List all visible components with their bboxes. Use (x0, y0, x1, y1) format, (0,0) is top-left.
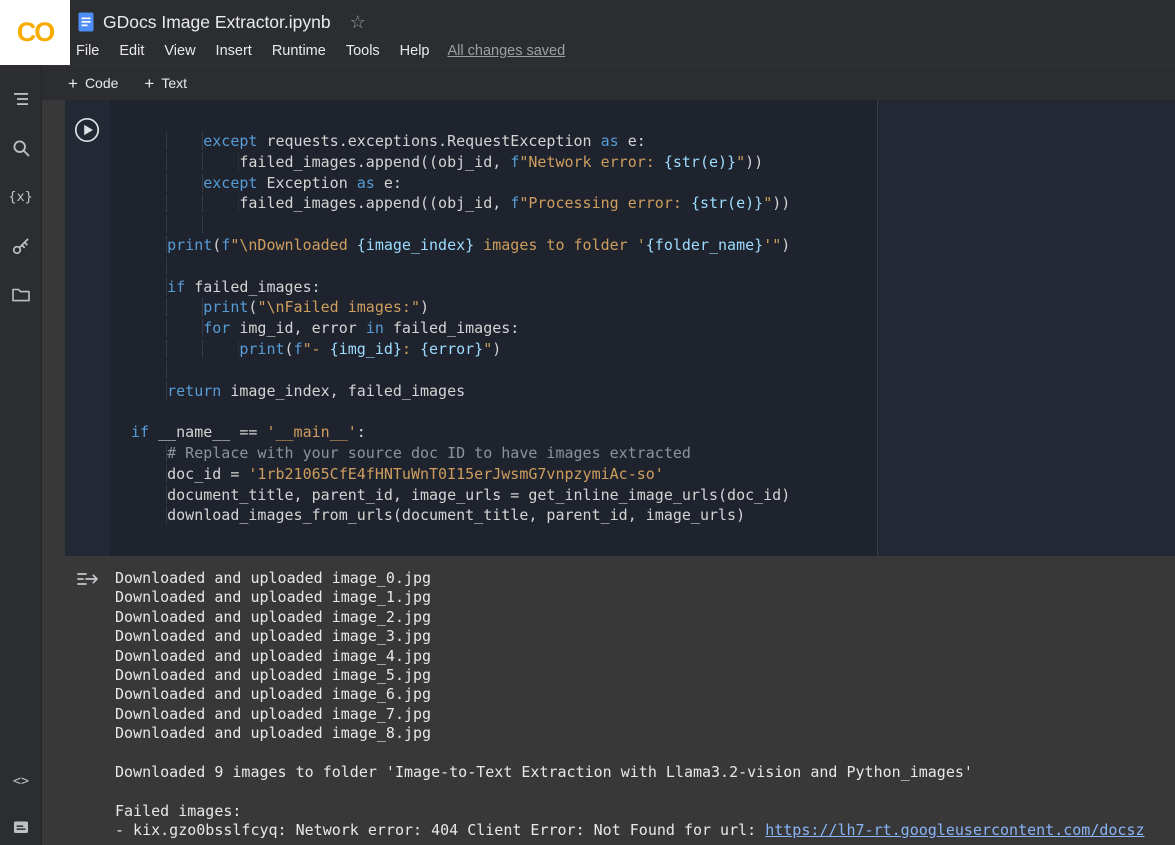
output-line: Downloaded and uploaded image_6.jpg (115, 685, 1175, 704)
output-blank-line (115, 744, 1175, 763)
colab-logo-text: CO (17, 17, 54, 48)
output-line: Downloaded and uploaded image_1.jpg (115, 588, 1175, 607)
cell-gutter (65, 100, 110, 556)
output-line: Downloaded and uploaded image_8.jpg (115, 724, 1175, 743)
code-line: doc_id = '1rb21065CfE4fHNTuWnT0I15erJwsm… (131, 464, 877, 485)
sidebar-variables-button[interactable]: {x} (9, 185, 33, 209)
menu-item-file[interactable]: File (66, 41, 109, 61)
code-line: for img_id, error in failed_images: (131, 318, 877, 339)
code-line: if __name__ == '__main__': (131, 422, 877, 443)
output-line: Downloaded and uploaded image_0.jpg (115, 569, 1175, 588)
code-line: failed_images.append((obj_id, f"Processi… (131, 193, 877, 214)
output-failed-header: Failed images: (115, 802, 1175, 821)
notebook-title-row: GDocs Image Extractor.ipynb ☆ (78, 9, 366, 35)
code-line: print(f"- {img_id}: {error}") (131, 339, 877, 360)
cell-toolbar: + Code + Text (42, 65, 1175, 100)
sidebar-terminal-button[interactable] (9, 815, 33, 839)
code-line: failed_images.append((obj_id, f"Network … (131, 152, 877, 173)
output-failed-line: - kix.gzo0bsslfcyq: Network error: 404 C… (115, 821, 1175, 840)
menu-item-help[interactable]: Help (390, 41, 440, 61)
output-upload-lines: Downloaded and uploaded image_0.jpgDownl… (115, 569, 1175, 744)
code-line (131, 256, 877, 277)
terminal-icon (11, 817, 31, 837)
code-editor[interactable]: except requests.exceptions.RequestExcept… (110, 100, 877, 556)
code-line: except requests.exceptions.RequestExcept… (131, 131, 877, 152)
code-line: document_title, parent_id, image_urls = … (131, 485, 877, 506)
output-text: Downloaded and uploaded image_0.jpgDownl… (115, 569, 1175, 845)
gdocs-file-icon (78, 12, 94, 32)
sidebar-search-button[interactable] (9, 136, 33, 160)
plus-icon: + (68, 75, 78, 92)
cell-output-area: Downloaded and uploaded image_0.jpgDownl… (42, 556, 1175, 845)
output-summary-line: Downloaded 9 images to folder 'Image-to-… (115, 763, 1175, 782)
code-line: return image_index, failed_images (131, 381, 877, 402)
notebook-title[interactable]: GDocs Image Extractor.ipynb (103, 12, 331, 33)
sidebar-files-button[interactable] (9, 283, 33, 307)
code-lines: except requests.exceptions.RequestExcept… (131, 131, 877, 526)
play-icon (74, 117, 100, 143)
menu-item-runtime[interactable]: Runtime (262, 41, 336, 61)
code-line (131, 401, 877, 422)
output-line: Downloaded and uploaded image_3.jpg (115, 627, 1175, 646)
menu-item-view[interactable]: View (154, 41, 205, 61)
folder-icon (10, 284, 32, 306)
code-snippets-icon: <> (13, 773, 29, 789)
cell-output-icon[interactable] (76, 570, 100, 593)
output-line: Downloaded and uploaded image_4.jpg (115, 647, 1175, 666)
menu-item-edit[interactable]: Edit (109, 41, 154, 61)
add-code-button[interactable]: + Code (68, 75, 118, 92)
code-line: download_images_from_urls(document_title… (131, 505, 877, 526)
key-icon (10, 235, 32, 257)
plus-icon: + (144, 75, 154, 92)
output-line: Downloaded and uploaded image_5.jpg (115, 666, 1175, 685)
left-sidebar: {x} <> (0, 65, 42, 845)
output-line: Downloaded and uploaded image_2.jpg (115, 608, 1175, 627)
code-line: except Exception as e: (131, 173, 877, 194)
app-header: CO GDocs Image Extractor.ipynb ☆ File Ed… (0, 0, 1175, 65)
star-icon[interactable]: ☆ (350, 12, 366, 33)
code-line: if failed_images: (131, 277, 877, 298)
sidebar-toc-button[interactable] (9, 87, 33, 111)
cell-right-panel (878, 100, 1175, 556)
code-line (131, 360, 877, 381)
menu-item-insert[interactable]: Insert (206, 41, 262, 61)
sidebar-secrets-button[interactable] (9, 234, 33, 258)
table-of-contents-icon (11, 89, 31, 109)
code-line (131, 214, 877, 235)
code-line: # Replace with your source doc ID to hav… (131, 443, 877, 464)
run-cell-button[interactable] (74, 117, 100, 143)
menu-bar: File Edit View Insert Runtime Tools Help… (66, 40, 565, 62)
code-cell: except requests.exceptions.RequestExcept… (65, 100, 1175, 556)
add-text-button[interactable]: + Text (144, 75, 187, 92)
sidebar-snippets-button[interactable]: <> (9, 769, 33, 793)
code-line: print(f"\nDownloaded {image_index} image… (131, 235, 877, 256)
menu-item-tools[interactable]: Tools (336, 41, 390, 61)
changes-saved-link[interactable]: All changes saved (448, 43, 566, 59)
output-line: Downloaded and uploaded image_7.jpg (115, 705, 1175, 724)
error-url-link[interactable]: https://lh7-rt.googleusercontent.com/doc… (765, 821, 1144, 839)
search-icon (11, 138, 31, 158)
add-text-label: Text (161, 75, 187, 91)
code-line: print("\nFailed images:") (131, 297, 877, 318)
variables-icon: {x} (8, 189, 32, 205)
failed-line-text: - kix.gzo0bsslfcyq: Network error: 404 C… (115, 821, 765, 839)
add-code-label: Code (85, 75, 118, 91)
output-blank-line (115, 782, 1175, 801)
colab-logo[interactable]: CO (0, 0, 70, 65)
